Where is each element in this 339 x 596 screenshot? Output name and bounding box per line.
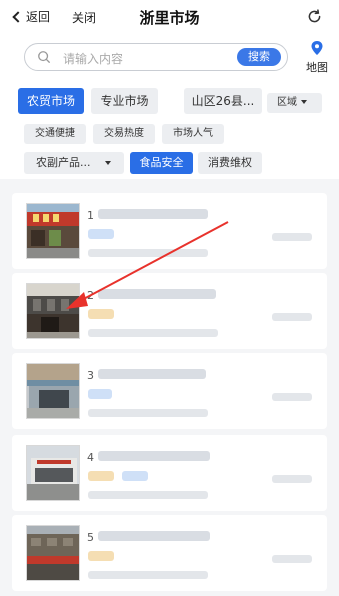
dropdown-arrow-icon xyxy=(104,161,111,165)
item-info-blurred xyxy=(88,409,208,417)
search-input[interactable]: 请输入内容 搜索 xyxy=(24,43,288,71)
item-index: 4 xyxy=(87,451,94,464)
market-photo xyxy=(26,363,80,419)
category-label: 农副产品... xyxy=(36,156,91,169)
market-photo xyxy=(26,283,80,339)
map-label: 地图 xyxy=(306,61,328,74)
item-title-blurred xyxy=(98,209,208,219)
list-item[interactable]: 2 xyxy=(12,273,327,349)
list-item[interactable]: 5 xyxy=(12,515,327,591)
tab-farmers-market[interactable]: 农贸市场 xyxy=(18,88,84,114)
search-row: 请输入内容 搜索 地图 xyxy=(0,36,339,82)
search-icon xyxy=(38,51,50,63)
item-title-blurred xyxy=(98,451,210,461)
chip-transport[interactable]: 交通便捷 xyxy=(24,124,86,144)
map-button[interactable]: 地图 xyxy=(303,40,331,75)
item-info-blurred xyxy=(88,571,208,579)
list-item[interactable]: 3 xyxy=(12,353,327,429)
item-distance-blurred xyxy=(272,475,312,483)
map-pin-icon xyxy=(311,41,323,55)
filter-area: 农贸市场 专业市场 山区26县... 区域 交通便捷 交易热度 市场人气 农副产… xyxy=(0,82,339,179)
item-distance-blurred xyxy=(272,393,312,401)
search-button[interactable]: 搜索 xyxy=(237,48,281,66)
item-tag-blurred xyxy=(88,229,114,239)
item-tag-blurred xyxy=(122,471,148,481)
category-dropdown[interactable]: 农副产品... xyxy=(24,152,124,174)
item-info-blurred xyxy=(88,329,218,337)
region-dropdown[interactable]: 区域 xyxy=(267,93,322,113)
chip-popularity[interactable]: 市场人气 xyxy=(162,124,224,144)
refresh-icon[interactable] xyxy=(306,8,323,25)
item-info-blurred xyxy=(88,491,208,499)
tab-mountain-counties[interactable]: 山区26县... xyxy=(184,88,262,114)
item-distance-blurred xyxy=(272,313,312,321)
market-photo xyxy=(26,525,80,581)
item-title-blurred xyxy=(98,369,206,379)
search-placeholder: 请输入内容 xyxy=(63,52,124,66)
item-tag-blurred xyxy=(88,389,112,399)
market-photo xyxy=(26,445,80,501)
item-index: 5 xyxy=(87,531,94,544)
chip-trade-heat[interactable]: 交易热度 xyxy=(93,124,155,144)
item-tag-blurred xyxy=(88,471,114,481)
item-info-blurred xyxy=(88,249,208,257)
page-title: 浙里市场 xyxy=(139,9,200,27)
tab-specialty-market[interactable]: 专业市场 xyxy=(91,88,158,114)
item-title-blurred xyxy=(98,289,216,299)
item-title-blurred xyxy=(98,531,210,541)
chip-food-safety[interactable]: 食品安全 xyxy=(130,152,193,174)
market-photo xyxy=(26,203,80,259)
item-distance-blurred xyxy=(272,555,312,563)
dropdown-arrow-icon xyxy=(301,100,307,104)
item-index: 1 xyxy=(87,209,94,222)
chip-consumer-rights[interactable]: 消费维权 xyxy=(198,152,262,174)
item-tag-blurred xyxy=(88,551,114,561)
item-index: 3 xyxy=(87,369,94,382)
item-index: 2 xyxy=(87,289,94,302)
region-label: 区域 xyxy=(277,97,297,108)
list-item[interactable]: 4 xyxy=(12,435,327,511)
item-tag-blurred xyxy=(88,309,114,319)
list-item[interactable]: 1 xyxy=(12,193,327,269)
top-bar: 返回 关闭 浙里市场 xyxy=(0,0,339,36)
item-distance-blurred xyxy=(272,233,312,241)
